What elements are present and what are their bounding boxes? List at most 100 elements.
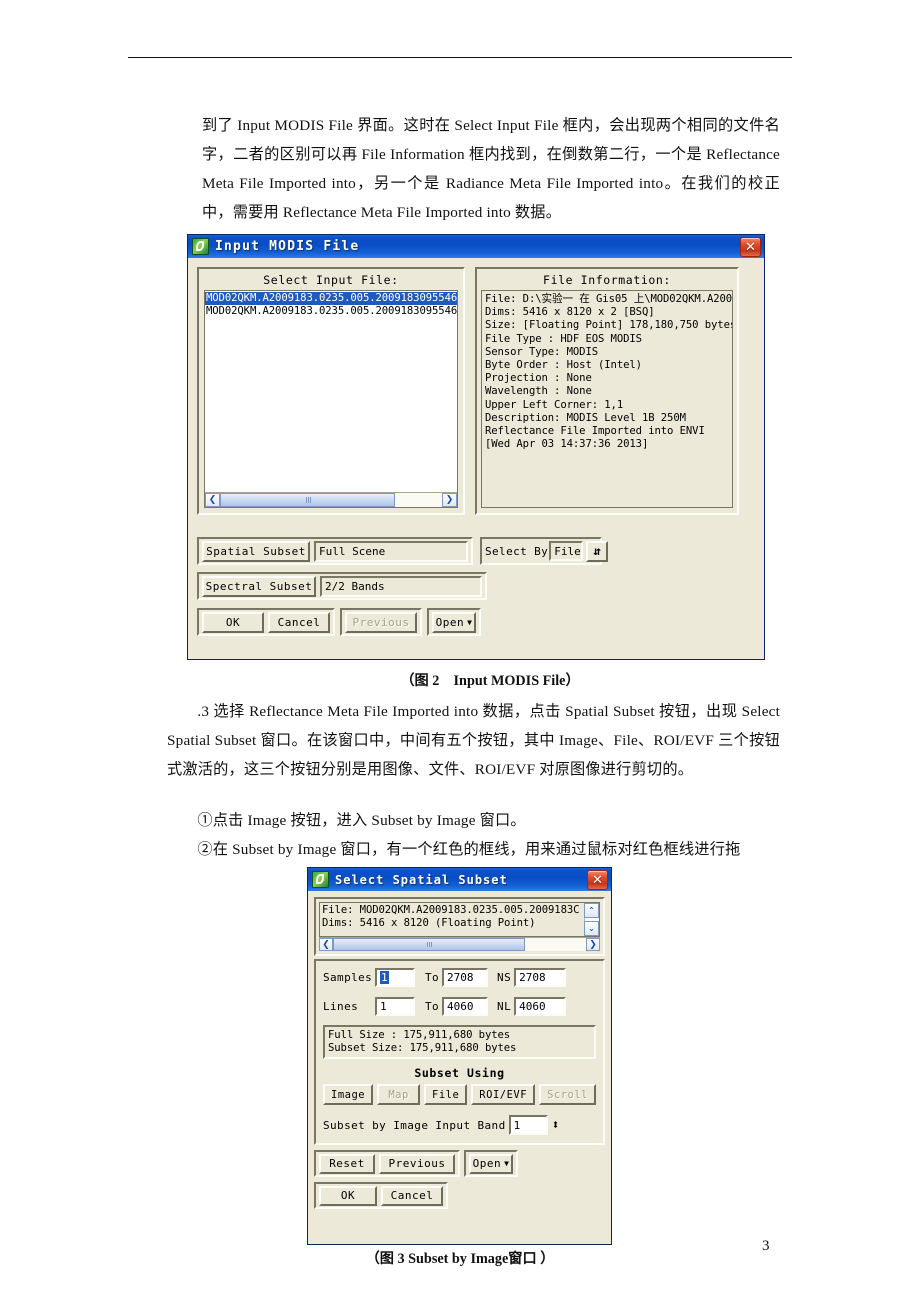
spatial-subset-row: Spatial Subset Full Scene xyxy=(197,537,473,565)
select-by-value: File xyxy=(549,541,584,561)
close-icon[interactable]: ✕ xyxy=(587,870,608,890)
scroll-right-icon[interactable]: ❯ xyxy=(586,938,600,951)
info-line: Size: [Floating Point] 178,180,750 bytes… xyxy=(485,319,733,332)
paragraph-item2-text: ②在 Subset by Image 窗口，有一个红色的框线，用来通过鼠标对红色… xyxy=(197,841,741,858)
scroll-down-icon[interactable]: ⌄ xyxy=(584,921,599,936)
open-label: Open xyxy=(435,615,465,629)
scroll-left-icon[interactable]: ❮ xyxy=(319,938,333,951)
samples-count-label: NS xyxy=(497,971,512,984)
paragraph-mid-text: .3 选择 Reflectance Meta File Imported int… xyxy=(167,703,780,778)
file-information-panel: File Information: File: D:\实验一 在 Gis05 上… xyxy=(475,267,739,515)
samples-row: Samples 1 To 2708 NS 2708 xyxy=(323,968,596,987)
scroll-up-icon[interactable]: ⌃ xyxy=(584,903,599,918)
lines-to-input[interactable]: 4060 xyxy=(442,997,489,1016)
dialog-titlebar[interactable]: Input MODIS File ✕ xyxy=(188,235,764,258)
chevron-down-icon: ▼ xyxy=(467,617,473,627)
list-item[interactable]: MOD02QKM.A2009183.0235.005.2009183095546 xyxy=(205,305,457,318)
reset-button[interactable]: Reset xyxy=(319,1153,375,1174)
file-information-label: File Information: xyxy=(543,273,671,287)
spatial-subset-value: Full Scene xyxy=(314,540,468,562)
info-line: File Type : HDF EOS MODIS xyxy=(485,332,642,345)
samples-to-label: To xyxy=(425,971,440,984)
select-spatial-subset-dialog[interactable]: Select Spatial Subset ✕ File: MOD02QKM.A… xyxy=(307,867,612,1245)
spectral-subset-button[interactable]: Spectral Subset xyxy=(202,575,316,597)
samples-count-input[interactable]: 2708 xyxy=(514,968,567,987)
info-line: [Wed Apr 03 14:37:36 2013] xyxy=(485,438,649,451)
open-group: Open ▼ xyxy=(427,608,481,636)
cancel-button[interactable]: Cancel xyxy=(381,1185,443,1206)
scroll-thumb[interactable] xyxy=(220,493,396,507)
lines-count-input[interactable]: 4060 xyxy=(514,997,567,1016)
subset-file-info-panel: File: MOD02QKM.A2009183.0235.005.2009183… xyxy=(314,897,605,956)
subset-using-scroll-button[interactable]: Scroll xyxy=(539,1084,596,1106)
samples-to-input[interactable]: 2708 xyxy=(442,968,489,987)
ok-button[interactable]: OK xyxy=(202,611,264,633)
size-info-panel: Full Size : 175,911,680 bytes Subset Siz… xyxy=(323,1025,596,1060)
lines-to-label: To xyxy=(425,1000,440,1013)
samples-from-input[interactable]: 1 xyxy=(375,968,415,987)
dialog-title: Select Spatial Subset xyxy=(335,872,508,887)
input-band-row: Subset by Image Input Band 1 ⬍ xyxy=(323,1115,596,1136)
subset-using-file-button[interactable]: File xyxy=(424,1084,468,1106)
header-rule xyxy=(128,57,792,58)
figure2-caption: （图 2 Input MODIS File） xyxy=(0,670,920,690)
figure2-caption-text: （图 2 Input MODIS File） xyxy=(400,673,580,689)
ok-button[interactable]: OK xyxy=(319,1185,377,1206)
subset-using-map-button[interactable]: Map xyxy=(377,1084,420,1106)
list-item[interactable]: MOD02QKM.A2009183.0235.005.2009183095546 xyxy=(205,292,457,305)
scroll-left-icon[interactable]: ❮ xyxy=(205,493,220,507)
select-input-file-panel: Select Input File: MOD02QKM.A2009183.023… xyxy=(197,267,465,515)
subset-nav-buttons: Reset Previous Open ▼ xyxy=(314,1150,605,1178)
close-glyph: ✕ xyxy=(592,872,603,888)
input-band-value[interactable]: 1 xyxy=(508,1115,548,1136)
subset-using-image-button[interactable]: Image xyxy=(323,1084,374,1106)
info-line: File: D:\实验一 在 Gis05 上\MOD02QKM.A200 xyxy=(485,293,733,305)
dialog-title: Input MODIS File xyxy=(215,239,360,254)
scroll-right-icon[interactable]: ❯ xyxy=(442,493,457,507)
envi-app-icon xyxy=(312,871,329,888)
open-button[interactable]: Open ▼ xyxy=(469,1153,513,1174)
input-modis-file-dialog[interactable]: Input MODIS File ✕ Select Input File: MO… xyxy=(187,234,765,660)
open-group: Open ▼ xyxy=(464,1150,518,1178)
open-button[interactable]: Open ▼ xyxy=(432,611,476,633)
ok-cancel-group: OK Cancel xyxy=(314,1182,448,1210)
full-size-text: Full Size : 175,911,680 bytes xyxy=(328,1029,511,1041)
paragraph-mid: .3 选择 Reflectance Meta File Imported int… xyxy=(167,697,780,784)
info-line: Dims: 5416 x 8120 (Floating Point) xyxy=(322,917,536,930)
previous-group: Previous xyxy=(340,608,422,636)
scroll-trough[interactable] xyxy=(220,493,442,507)
subset-using-roievf-button[interactable]: ROI/EVF xyxy=(471,1084,536,1106)
subset-file-vscrollbar[interactable]: ⌃ ⌄ xyxy=(584,903,599,936)
scroll-thumb[interactable] xyxy=(333,938,526,951)
dialog-body: File: MOD02QKM.A2009183.0235.005.2009183… xyxy=(308,891,611,1215)
paragraph-item1: ①点击 Image 按钮，进入 Subset by Image 窗口。 xyxy=(167,806,780,835)
dialog-titlebar[interactable]: Select Spatial Subset ✕ xyxy=(308,868,611,891)
input-file-listbox[interactable]: MOD02QKM.A2009183.0235.005.2009183095546… xyxy=(204,290,458,508)
envi-app-icon xyxy=(192,238,209,255)
info-line: Upper Left Corner: 1,1 xyxy=(485,398,624,411)
previous-button[interactable]: Previous xyxy=(345,611,417,633)
cancel-button[interactable]: Cancel xyxy=(268,611,330,633)
select-by-row: Select By File ⇵ xyxy=(480,537,609,565)
previous-button[interactable]: Previous xyxy=(379,1153,455,1174)
scroll-trough[interactable] xyxy=(333,938,586,951)
close-glyph: ✕ xyxy=(745,239,756,255)
dialog-body: Select Input File: MOD02QKM.A2009183.023… xyxy=(188,258,764,636)
document-page: 到了 Input MODIS File 界面。这时在 Select Input … xyxy=(0,0,920,1302)
file-information-text: File: D:\实验一 在 Gis05 上\MOD02QKM.A200 Dim… xyxy=(481,290,733,508)
input-file-hscrollbar[interactable]: ❮ ❯ xyxy=(205,492,457,507)
paragraph-item1-text: ①点击 Image 按钮，进入 Subset by Image 窗口。 xyxy=(197,812,526,829)
info-line: Wavelength : None xyxy=(485,385,592,398)
subset-file-hscrollbar[interactable]: ❮ ❯ xyxy=(319,937,600,951)
lines-from-input[interactable]: 1 xyxy=(375,997,415,1016)
ok-cancel-group: OK Cancel xyxy=(197,608,335,636)
select-input-file-label: Select Input File: xyxy=(263,273,399,287)
spinner-icon[interactable]: ⬍ xyxy=(552,1118,560,1133)
info-line: Description: MODIS Level 1B 250M xyxy=(485,411,686,424)
close-icon[interactable]: ✕ xyxy=(740,237,761,257)
subset-ok-cancel: OK Cancel xyxy=(314,1182,605,1210)
info-line: Dims: 5416 x 8120 x 2 [BSQ] xyxy=(485,306,655,319)
spatial-subset-button[interactable]: Spatial Subset xyxy=(202,540,310,562)
lines-label: Lines xyxy=(323,1000,359,1013)
select-by-toggle-icon[interactable]: ⇵ xyxy=(586,540,609,562)
